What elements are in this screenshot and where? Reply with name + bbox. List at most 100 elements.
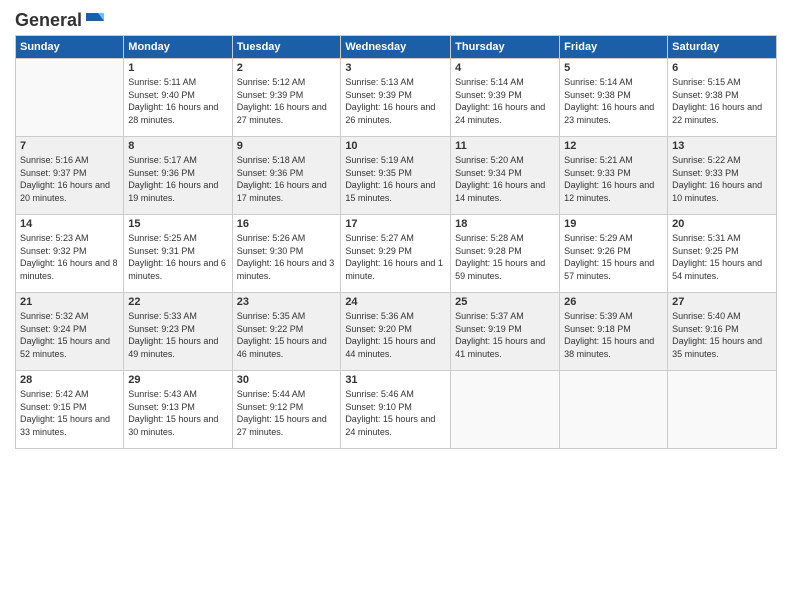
calendar-cell: 16 Sunrise: 5:26 AMSunset: 9:30 PMDayligh… — [232, 215, 341, 293]
day-number: 27 — [672, 296, 772, 308]
day-info: Sunrise: 5:27 AMSunset: 9:29 PMDaylight:… — [345, 232, 446, 282]
day-number: 29 — [128, 374, 227, 386]
logo-general: General — [15, 10, 82, 31]
day-number: 17 — [345, 218, 446, 230]
calendar-cell: 22 Sunrise: 5:33 AMSunset: 9:23 PMDayligh… — [124, 293, 232, 371]
day-number: 7 — [20, 140, 119, 152]
day-number: 22 — [128, 296, 227, 308]
day-info: Sunrise: 5:36 AMSunset: 9:20 PMDaylight:… — [345, 310, 446, 360]
calendar-week-row: 14Sunrise: 5:23 AMSunset: 9:32 PMDayligh… — [16, 215, 777, 293]
calendar-cell: 5 Sunrise: 5:14 AMSunset: 9:38 PMDaylight… — [560, 59, 668, 137]
col-header-friday: Friday — [560, 36, 668, 59]
calendar-cell: 29 Sunrise: 5:43 AMSunset: 9:13 PMDayligh… — [124, 371, 232, 449]
calendar-cell: 30Sunrise: 5:44 AMSunset: 9:12 PMDayligh… — [232, 371, 341, 449]
day-number: 24 — [345, 296, 446, 308]
col-header-tuesday: Tuesday — [232, 36, 341, 59]
logo-flag-icon — [84, 11, 106, 29]
calendar-cell: 17 Sunrise: 5:27 AMSunset: 9:29 PMDayligh… — [341, 215, 451, 293]
day-number: 14 — [20, 218, 119, 230]
calendar-week-row: 28 Sunrise: 5:42 AMSunset: 9:15 PMDayligh… — [16, 371, 777, 449]
calendar-cell: 8 Sunrise: 5:17 AMSunset: 9:36 PMDaylight… — [124, 137, 232, 215]
day-number: 19 — [564, 218, 663, 230]
day-number: 9 — [237, 140, 337, 152]
calendar-cell — [560, 371, 668, 449]
day-number: 21 — [20, 296, 119, 308]
day-info: Sunrise: 5:33 AMSunset: 9:23 PMDaylight:… — [128, 310, 227, 360]
day-info: Sunrise: 5:22 AMSunset: 9:33 PMDaylight:… — [672, 154, 772, 204]
calendar-cell: 14Sunrise: 5:23 AMSunset: 9:32 PMDayligh… — [16, 215, 124, 293]
day-info: Sunrise: 5:43 AMSunset: 9:13 PMDaylight:… — [128, 388, 227, 438]
calendar-cell: 6 Sunrise: 5:15 AMSunset: 9:38 PMDaylight… — [668, 59, 777, 137]
calendar-header-row: SundayMondayTuesdayWednesdayThursdayFrid… — [16, 36, 777, 59]
day-info: Sunrise: 5:20 AMSunset: 9:34 PMDaylight:… — [455, 154, 555, 204]
day-number: 18 — [455, 218, 555, 230]
day-info: Sunrise: 5:32 AMSunset: 9:24 PMDaylight:… — [20, 310, 119, 360]
day-number: 5 — [564, 62, 663, 74]
day-number: 26 — [564, 296, 663, 308]
day-info: Sunrise: 5:11 AMSunset: 9:40 PMDaylight:… — [128, 76, 227, 126]
calendar-cell: 1 Sunrise: 5:11 AMSunset: 9:40 PMDaylight… — [124, 59, 232, 137]
col-header-sunday: Sunday — [16, 36, 124, 59]
day-info: Sunrise: 5:19 AMSunset: 9:35 PMDaylight:… — [345, 154, 446, 204]
calendar-cell: 26 Sunrise: 5:39 AMSunset: 9:18 PMDayligh… — [560, 293, 668, 371]
day-number: 20 — [672, 218, 772, 230]
day-info: Sunrise: 5:39 AMSunset: 9:18 PMDaylight:… — [564, 310, 663, 360]
day-number: 31 — [345, 374, 446, 386]
calendar-cell: 4 Sunrise: 5:14 AMSunset: 9:39 PMDaylight… — [451, 59, 560, 137]
calendar-cell: 27 Sunrise: 5:40 AMSunset: 9:16 PMDayligh… — [668, 293, 777, 371]
day-number: 4 — [455, 62, 555, 74]
day-info: Sunrise: 5:15 AMSunset: 9:38 PMDaylight:… — [672, 76, 772, 126]
day-info: Sunrise: 5:12 AMSunset: 9:39 PMDaylight:… — [237, 76, 337, 126]
calendar-table: SundayMondayTuesdayWednesdayThursdayFrid… — [15, 35, 777, 449]
day-number: 3 — [345, 62, 446, 74]
day-info: Sunrise: 5:28 AMSunset: 9:28 PMDaylight:… — [455, 232, 555, 282]
day-info: Sunrise: 5:25 AMSunset: 9:31 PMDaylight:… — [128, 232, 227, 282]
day-info: Sunrise: 5:14 AMSunset: 9:38 PMDaylight:… — [564, 76, 663, 126]
calendar-cell: 21 Sunrise: 5:32 AMSunset: 9:24 PMDayligh… — [16, 293, 124, 371]
day-info: Sunrise: 5:44 AMSunset: 9:12 PMDaylight:… — [237, 388, 337, 438]
day-number: 28 — [20, 374, 119, 386]
day-info: Sunrise: 5:21 AMSunset: 9:33 PMDaylight:… — [564, 154, 663, 204]
calendar-cell: 2Sunrise: 5:12 AMSunset: 9:39 PMDaylight… — [232, 59, 341, 137]
day-info: Sunrise: 5:40 AMSunset: 9:16 PMDaylight:… — [672, 310, 772, 360]
calendar-cell: 3 Sunrise: 5:13 AMSunset: 9:39 PMDaylight… — [341, 59, 451, 137]
day-info: Sunrise: 5:18 AMSunset: 9:36 PMDaylight:… — [237, 154, 337, 204]
day-number: 6 — [672, 62, 772, 74]
day-info: Sunrise: 5:42 AMSunset: 9:15 PMDaylight:… — [20, 388, 119, 438]
calendar-cell: 11 Sunrise: 5:20 AMSunset: 9:34 PMDayligh… — [451, 137, 560, 215]
calendar-cell — [668, 371, 777, 449]
calendar-cell: 19Sunrise: 5:29 AMSunset: 9:26 PMDayligh… — [560, 215, 668, 293]
day-info: Sunrise: 5:16 AMSunset: 9:37 PMDaylight:… — [20, 154, 119, 204]
calendar-cell: 13 Sunrise: 5:22 AMSunset: 9:33 PMDayligh… — [668, 137, 777, 215]
day-info: Sunrise: 5:13 AMSunset: 9:39 PMDaylight:… — [345, 76, 446, 126]
calendar-cell: 24 Sunrise: 5:36 AMSunset: 9:20 PMDayligh… — [341, 293, 451, 371]
calendar-cell: 20Sunrise: 5:31 AMSunset: 9:25 PMDayligh… — [668, 215, 777, 293]
day-info: Sunrise: 5:35 AMSunset: 9:22 PMDaylight:… — [237, 310, 337, 360]
page: General SundayMondayTuesdayWednesdayThur… — [0, 0, 792, 612]
day-number: 13 — [672, 140, 772, 152]
day-number: 16 — [237, 218, 337, 230]
calendar-cell: 7 Sunrise: 5:16 AMSunset: 9:37 PMDaylight… — [16, 137, 124, 215]
calendar-cell: 31 Sunrise: 5:46 AMSunset: 9:10 PMDayligh… — [341, 371, 451, 449]
day-info: Sunrise: 5:14 AMSunset: 9:39 PMDaylight:… — [455, 76, 555, 126]
day-number: 1 — [128, 62, 227, 74]
calendar-week-row: 1 Sunrise: 5:11 AMSunset: 9:40 PMDaylight… — [16, 59, 777, 137]
day-info: Sunrise: 5:46 AMSunset: 9:10 PMDaylight:… — [345, 388, 446, 438]
day-number: 15 — [128, 218, 227, 230]
day-number: 11 — [455, 140, 555, 152]
col-header-wednesday: Wednesday — [341, 36, 451, 59]
day-info: Sunrise: 5:17 AMSunset: 9:36 PMDaylight:… — [128, 154, 227, 204]
calendar-cell: 23Sunrise: 5:35 AMSunset: 9:22 PMDayligh… — [232, 293, 341, 371]
day-number: 8 — [128, 140, 227, 152]
calendar-week-row: 7 Sunrise: 5:16 AMSunset: 9:37 PMDaylight… — [16, 137, 777, 215]
logo: General — [15, 10, 106, 27]
calendar-cell — [16, 59, 124, 137]
col-header-monday: Monday — [124, 36, 232, 59]
calendar-cell: 28 Sunrise: 5:42 AMSunset: 9:15 PMDayligh… — [16, 371, 124, 449]
day-number: 10 — [345, 140, 446, 152]
day-number: 25 — [455, 296, 555, 308]
calendar-cell: 25Sunrise: 5:37 AMSunset: 9:19 PMDayligh… — [451, 293, 560, 371]
calendar-cell — [451, 371, 560, 449]
calendar-cell: 9 Sunrise: 5:18 AMSunset: 9:36 PMDaylight… — [232, 137, 341, 215]
day-info: Sunrise: 5:26 AMSunset: 9:30 PMDaylight:… — [237, 232, 337, 282]
